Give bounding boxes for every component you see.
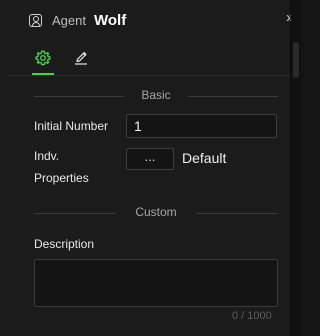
pencil-icon bbox=[75, 51, 87, 65]
initial-number-label: Initial Number bbox=[34, 119, 109, 133]
divider bbox=[188, 96, 278, 97]
section-custom-header: Custom bbox=[34, 205, 278, 221]
character-count: 0 / 1000 bbox=[232, 310, 272, 322]
tab-edit[interactable] bbox=[71, 48, 91, 68]
description-textarea[interactable] bbox=[34, 259, 278, 307]
agent-icon bbox=[29, 14, 42, 27]
agent-name: Wolf bbox=[94, 12, 127, 29]
section-title-custom: Custom bbox=[135, 205, 177, 219]
tab-settings[interactable] bbox=[33, 48, 53, 68]
agent-type-label: Agent bbox=[52, 13, 86, 28]
tabs-divider bbox=[8, 75, 290, 76]
indv-properties-button[interactable]: ... bbox=[126, 148, 174, 170]
section-basic-header: Basic bbox=[34, 88, 278, 104]
panel-header: Agent Wolf » bbox=[0, 0, 294, 40]
description-label: Description bbox=[34, 237, 95, 251]
section-title-basic: Basic bbox=[141, 88, 171, 102]
scrollbar-thumb[interactable] bbox=[293, 42, 299, 78]
indv-properties-label: Indv. Properties bbox=[34, 149, 89, 185]
initial-number-input[interactable] bbox=[126, 114, 277, 138]
divider bbox=[196, 213, 278, 214]
properties-panel: Agent Wolf » Basic bbox=[0, 0, 294, 336]
side-strip bbox=[291, 0, 301, 336]
indv-properties-value: Default bbox=[182, 150, 227, 166]
panel-tabs bbox=[0, 42, 290, 76]
gear-icon bbox=[35, 50, 51, 66]
